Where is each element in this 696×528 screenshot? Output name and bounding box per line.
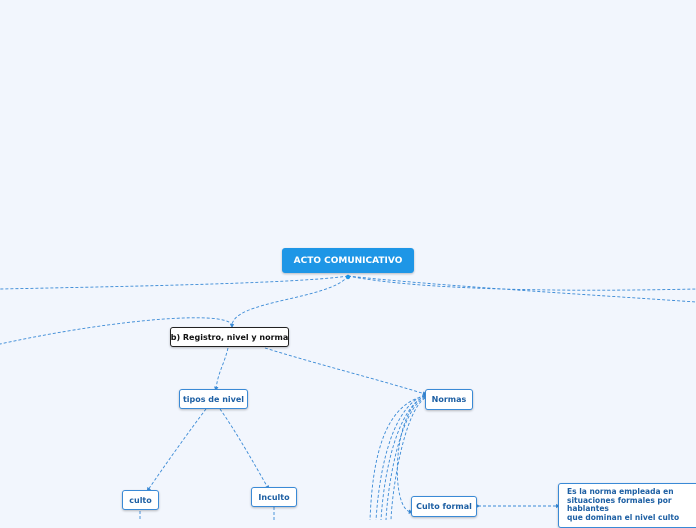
node-inculto-label: Inculto	[258, 492, 290, 502]
root-node-label: ACTO COMUNICATIVO	[293, 255, 403, 266]
connector-root-right	[347, 275, 696, 291]
connector-tipos-culto	[146, 408, 207, 492]
node-culto-label: culto	[129, 495, 152, 505]
connector-normas-formal	[396, 395, 426, 515]
connector-tipos-inculto	[219, 408, 270, 490]
connector-root-registro	[229, 275, 349, 329]
node-culto-formal-label: Culto formal	[416, 502, 472, 511]
root-node-acto-comunicativo[interactable]: ACTO COMUNICATIVO	[282, 248, 414, 273]
mind-map-canvas: ACTO COMUNICATIVO b) Registro, nivel y n…	[0, 0, 696, 528]
connector-root-left	[0, 275, 349, 290]
root-anchor-dot	[345, 274, 351, 280]
note-line-4: que dominan el nivel culto	[567, 512, 680, 522]
connector-root-right-lower	[347, 275, 696, 303]
connector-registro-tipos	[214, 347, 229, 392]
node-inculto[interactable]: Inculto	[251, 487, 297, 507]
node-registro-label: b) Registro, nivel y norma	[170, 332, 289, 342]
node-culto-formal[interactable]: Culto formal	[411, 496, 477, 517]
node-normas[interactable]: Normas	[425, 389, 473, 410]
note-culto-formal-description[interactable]: Es la norma empleada en situaciones form…	[558, 483, 696, 528]
node-registro-nivel-norma[interactable]: b) Registro, nivel y norma	[170, 327, 289, 347]
node-normas-label: Normas	[431, 395, 467, 404]
node-tipos-de-nivel[interactable]: tipos de nivel	[179, 389, 248, 409]
connector-registro-normas	[264, 347, 428, 396]
node-culto[interactable]: culto	[122, 490, 159, 510]
node-tipos-label: tipos de nivel	[182, 394, 245, 404]
